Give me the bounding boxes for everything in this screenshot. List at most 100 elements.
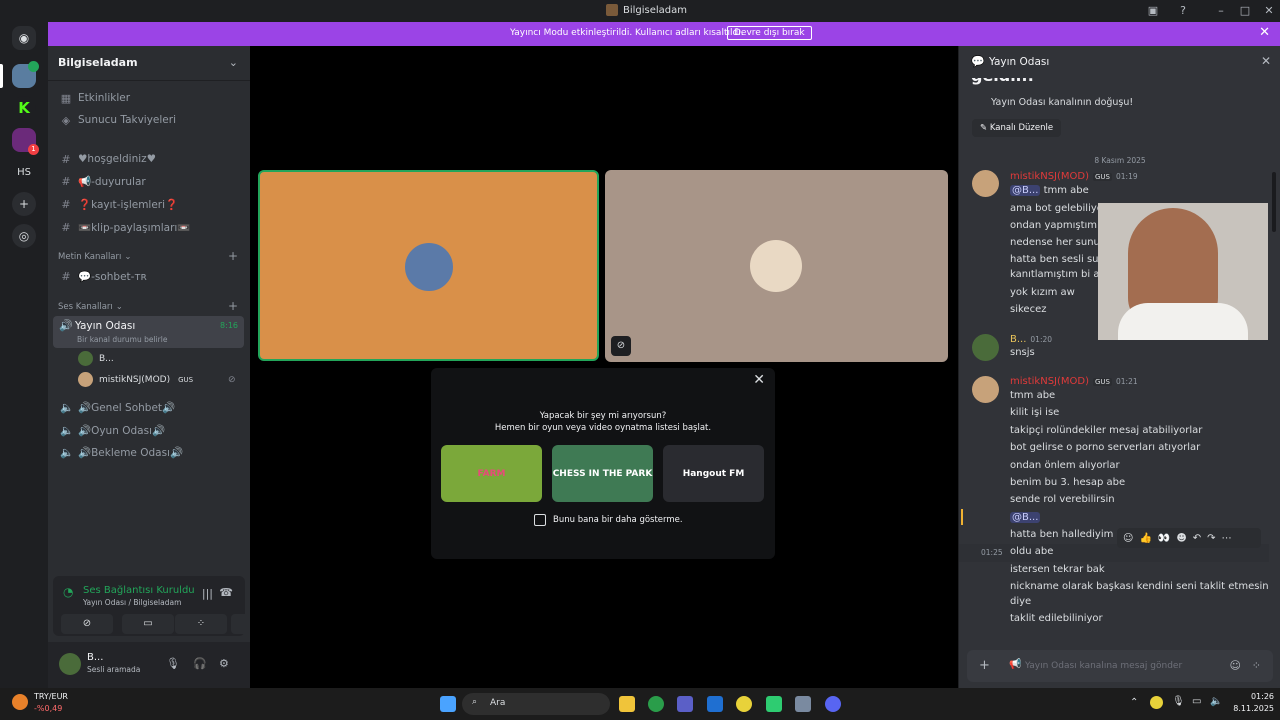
screen-share-button[interactable]: ▭ (122, 614, 174, 634)
activity-card-farm[interactable]: FARM (441, 445, 542, 502)
minimize-button[interactable]: – (1213, 3, 1229, 19)
discord-taskbar-icon[interactable] (825, 696, 841, 712)
discord-home-icon[interactable]: ◉ (12, 26, 36, 50)
eyes-icon[interactable]: 👀 (1158, 533, 1170, 544)
settings-gear-icon[interactable]: ⚙ (219, 657, 229, 670)
boosts-item[interactable]: ◈ Sunucu Takviyeleri (60, 110, 176, 130)
inbox-icon[interactable]: ▣ (1145, 3, 1161, 19)
avatar[interactable] (972, 170, 999, 197)
text-category[interactable]: Metin Kanalları ⌄ (58, 252, 132, 262)
server-icon-bilgiseladam[interactable] (12, 61, 39, 88)
add-channel-icon[interactable]: + (228, 299, 238, 313)
mention[interactable]: @B... (1010, 512, 1041, 523)
speaker-icon: 🔈 (60, 423, 74, 437)
participant-tile[interactable]: ⊘ (605, 170, 948, 362)
guild-name[interactable]: Bilgiseladam (58, 56, 138, 69)
clock-date[interactable]: 8.11.2025 (1224, 704, 1274, 713)
message-author[interactable]: mistikNSJ(MOD) GUS 01:21 (1010, 376, 1138, 387)
chrome-icon[interactable] (648, 696, 664, 712)
active-voice-channel[interactable]: 🔊 Yayın Odası Bir kanal durumu belirle 8… (53, 316, 244, 348)
guild-tag: GUS (176, 375, 196, 384)
apps-icon[interactable]: ⁘ (1252, 659, 1261, 672)
app-icon[interactable] (766, 696, 782, 712)
server-list: ◉ K 1 HS + ◎ (0, 22, 48, 688)
voice-channel[interactable]: 🔈 🔊Bekleme Odası🔊 (60, 442, 183, 462)
activity-card-hangout[interactable]: Hangout FM (663, 445, 764, 502)
voice-channel[interactable]: 🔈 🔊Oyun Odası🔊 (60, 420, 165, 440)
volume-icon[interactable]: 🔈 (1210, 696, 1222, 707)
camera-off-button[interactable]: ⊘ (61, 614, 113, 634)
add-channel-icon[interactable]: + (228, 249, 238, 263)
emoji-icon[interactable]: ☺ (1123, 533, 1133, 544)
events-item[interactable]: ▦ Etkinlikler (60, 88, 130, 108)
activity-button[interactable]: ⁘ (175, 614, 227, 634)
more-icon[interactable]: ⋯ (1222, 533, 1232, 544)
taskbar-search[interactable]: ⌕ Ara (462, 693, 610, 715)
channel-item[interactable]: # 📢-duyurular (60, 171, 145, 191)
microphone-icon[interactable]: 🎙 (1172, 696, 1185, 707)
channel-item[interactable]: # 📼klip-paylaşımları📼 (60, 217, 190, 237)
message-input[interactable]: + 📢 Yayın Odası kanalına mesaj gönder ☺ … (967, 650, 1273, 682)
windows-start-icon[interactable] (440, 696, 456, 712)
tray-chevron-icon[interactable]: ⌃ (1130, 697, 1138, 708)
kick-server-icon[interactable]: K (12, 96, 36, 120)
server-icon[interactable]: 1 (12, 128, 39, 155)
weather-widget-icon[interactable] (12, 694, 28, 710)
discover-icon[interactable]: ◎ (12, 224, 36, 248)
close-window-button[interactable]: ✕ (1261, 3, 1277, 19)
avatar[interactable] (972, 334, 999, 361)
tray-app-icon[interactable] (1150, 696, 1163, 709)
voice-category[interactable]: Ses Kanalları ⌄ (58, 302, 123, 312)
connection-location[interactable]: Yayın Odası / Bilgiseladam (83, 598, 181, 607)
avatar[interactable] (972, 376, 999, 403)
channel-item[interactable]: # 💬-sohbet-ᴛʀ (60, 266, 147, 286)
close-icon[interactable]: ✕ (753, 372, 765, 388)
add-reaction-icon[interactable]: ☻ (1176, 533, 1186, 544)
app-icon[interactable] (736, 696, 752, 712)
mention[interactable]: @B... (1010, 185, 1041, 196)
thumbs-up-icon[interactable]: 👍 (1139, 533, 1151, 544)
participant-tile[interactable] (258, 170, 599, 361)
message: takipçi rolündekiler mesaj atabiliyorlar (1010, 425, 1203, 436)
ticker-label[interactable]: TRY/EUR (34, 692, 68, 701)
noise-icon[interactable]: ||| (202, 587, 213, 600)
channel-item[interactable]: # ❓kayıt-işlemleri❓ (60, 194, 178, 214)
add-server-icon[interactable]: + (12, 192, 36, 216)
voice-channel[interactable]: 🔈 🔊Genel Sohbet🔊 (60, 397, 175, 417)
attach-plus-icon[interactable]: + (979, 658, 990, 673)
close-chat-icon[interactable]: ✕ (1261, 54, 1271, 68)
channel-item[interactable]: # ♥hoşgeldiniz♥ (60, 149, 156, 169)
channel-status[interactable]: Bir kanal durumu belirle (77, 335, 167, 344)
reply-icon[interactable]: ↶ (1193, 533, 1201, 544)
help-icon[interactable]: ? (1175, 3, 1191, 19)
voice-user[interactable]: mistikNSJ(MOD) GUS ⊘ (78, 372, 236, 387)
edit-channel-button[interactable]: ✎ Kanalı Düzenle (972, 119, 1062, 137)
emoji-icon[interactable]: ☺ (1230, 659, 1241, 672)
voice-user-name: mistikNSJ(MOD) (99, 374, 171, 385)
avatar[interactable] (59, 653, 81, 675)
scrollbar[interactable] (1272, 172, 1276, 232)
close-banner-icon[interactable]: ✕ (1259, 25, 1270, 40)
app-icon[interactable] (795, 696, 811, 712)
disable-streamer-mode-button[interactable]: Devre dışı bırak (727, 26, 812, 40)
network-icon[interactable]: ▭ (1192, 696, 1201, 707)
signal-icon[interactable]: ◔ (63, 585, 73, 599)
forward-icon[interactable]: ↷ (1207, 533, 1215, 544)
voice-user[interactable]: B... (78, 351, 114, 366)
clock-time[interactable]: 01:26 (1234, 692, 1274, 701)
outlook-icon[interactable] (707, 696, 723, 712)
teams-icon[interactable] (677, 696, 693, 712)
microphone-icon[interactable]: 🎙 (166, 657, 180, 670)
speaker-icon: 🔈 (60, 445, 74, 459)
maximize-button[interactable]: □ (1237, 3, 1253, 19)
activity-card-chess[interactable]: CHESS IN THE PARK (552, 445, 653, 502)
message-author[interactable]: mistikNSJ(MOD) GUS 01:19 (1010, 171, 1138, 182)
disconnect-icon[interactable]: ☎ (219, 586, 233, 599)
channel-label: 🔊Oyun Odası🔊 (78, 424, 166, 437)
file-explorer-icon[interactable] (619, 696, 635, 712)
message-author[interactable]: B... 01:20 (1010, 334, 1052, 345)
headphones-icon[interactable]: 🎧 (193, 657, 207, 670)
chevron-down-icon[interactable]: ⌄ (229, 56, 238, 69)
dont-show-again-checkbox[interactable] (534, 514, 546, 526)
hs-server-icon[interactable]: HS (12, 160, 36, 184)
